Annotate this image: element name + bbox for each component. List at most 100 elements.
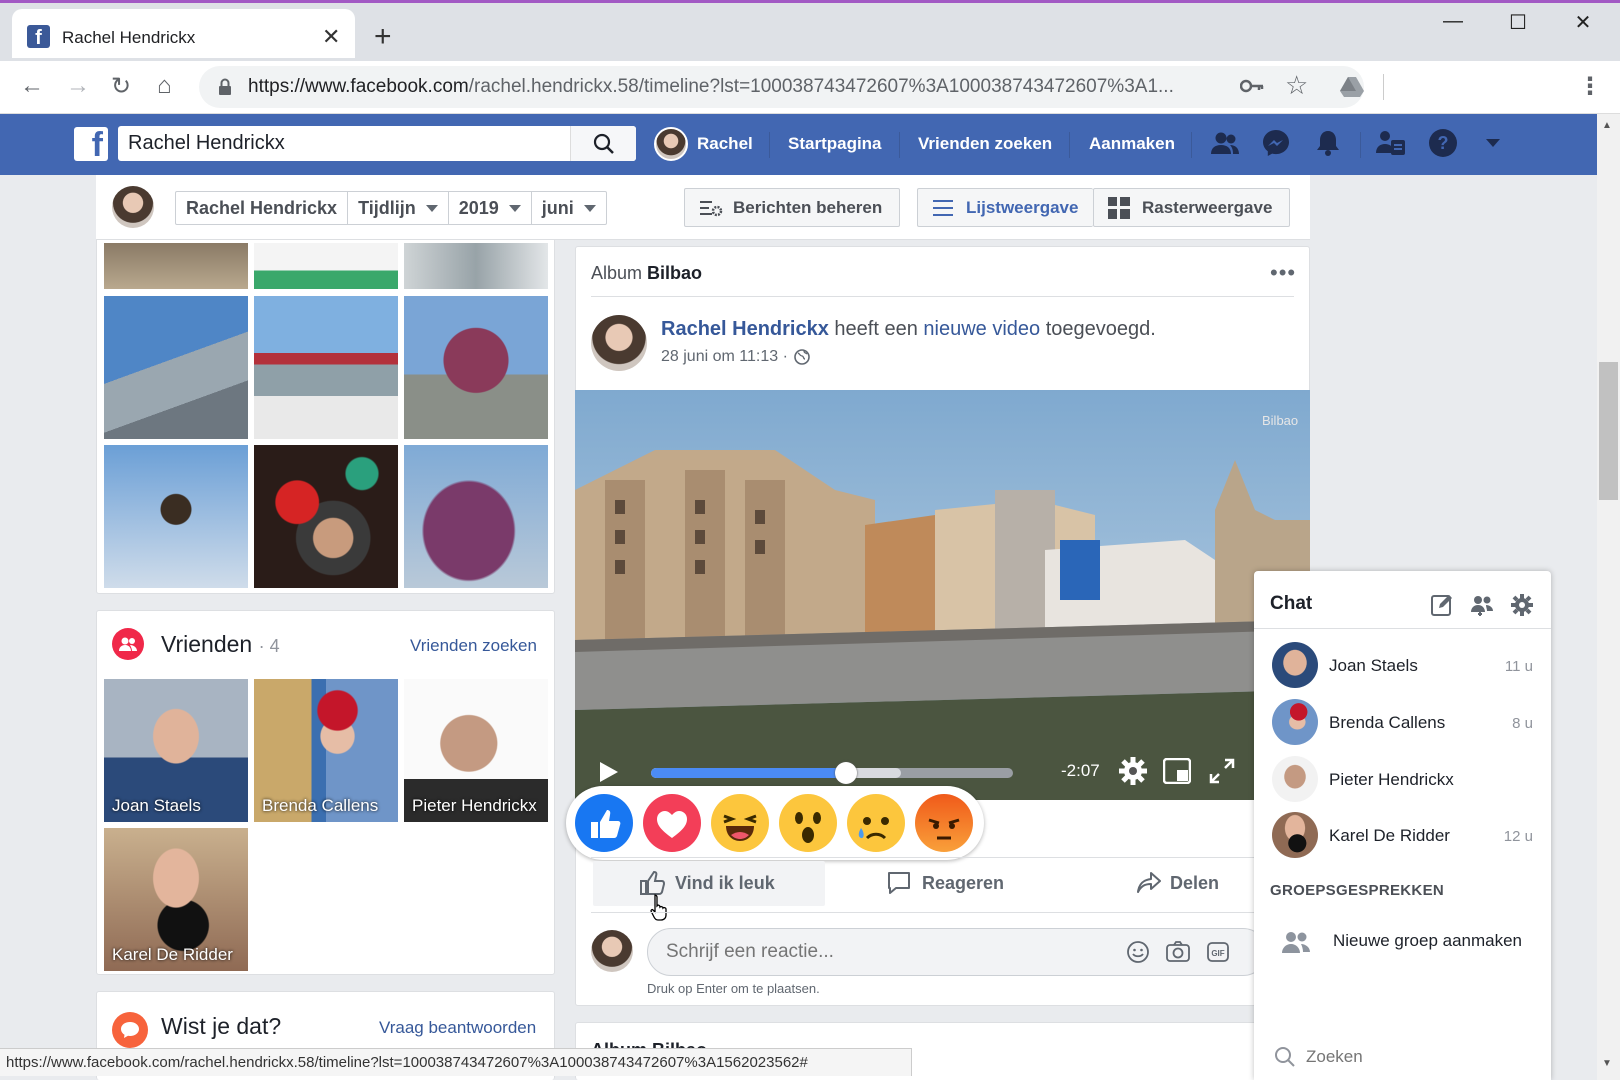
video-play-icon[interactable]: [598, 760, 620, 789]
reaction-angry-icon[interactable]: [915, 794, 973, 852]
grid-view-button[interactable]: Rasterweergave: [1093, 188, 1290, 227]
photo-thumbnail[interactable]: [104, 243, 248, 289]
manage-posts-button[interactable]: Berichten beheren: [684, 188, 900, 227]
post-date-link[interactable]: 28 juni om 11:13 ·: [661, 348, 788, 366]
subheader-avatar[interactable]: [112, 186, 154, 228]
nav-profile-name[interactable]: Rachel: [697, 134, 753, 154]
reaction-like-icon[interactable]: [575, 794, 633, 852]
chat-contact[interactable]: Pieter Hendrickx: [1254, 754, 1551, 810]
post-options-icon[interactable]: •••: [1270, 260, 1296, 286]
globe-icon[interactable]: [794, 349, 810, 365]
post-author-link[interactable]: Rachel Hendrickx: [661, 318, 829, 340]
scrollbar-thumb[interactable]: [1599, 362, 1618, 500]
new-message-icon[interactable]: [1430, 593, 1454, 622]
scroll-up-arrow-icon[interactable]: ▲: [1602, 120, 1612, 131]
friend-photo-joan[interactable]: Joan Staels: [104, 679, 248, 822]
messenger-icon[interactable]: [1261, 128, 1291, 158]
new-video-link[interactable]: nieuwe video: [923, 318, 1040, 340]
list-view-button[interactable]: Lijstweergave: [917, 188, 1093, 227]
chat-contact[interactable]: Brenda Callens 8 u: [1254, 697, 1551, 753]
album-link[interactable]: Bilbao: [647, 263, 702, 283]
comment-input[interactable]: [666, 939, 1096, 965]
friend-photo-karel[interactable]: Karel De Ridder: [104, 828, 248, 971]
commenter-avatar[interactable]: [591, 930, 633, 972]
chat-settings-gear-icon[interactable]: [1510, 593, 1534, 622]
chrome-menu-icon[interactable]: ⋮: [1578, 72, 1602, 101]
gif-icon[interactable]: GIF: [1206, 940, 1230, 969]
video-fullscreen-icon[interactable]: [1209, 758, 1235, 789]
video-player[interactable]: [575, 390, 1310, 800]
new-group-button[interactable]: Nieuwe groep aanmaken: [1254, 918, 1551, 966]
window-close-icon[interactable]: ✕: [1563, 10, 1603, 35]
chat-contact[interactable]: Karel De Ridder 12 u: [1254, 810, 1551, 866]
profile-avatar[interactable]: [654, 127, 688, 161]
account-menu-caret-icon[interactable]: [1478, 128, 1508, 158]
friend-name[interactable]: Pieter Hendrickx: [412, 796, 537, 816]
camera-icon[interactable]: [1165, 940, 1191, 969]
lock-icon[interactable]: [218, 78, 232, 101]
contact-name: Pieter Hendrickx: [1329, 770, 1454, 789]
crumb-timeline[interactable]: Tijdlijn: [348, 192, 449, 224]
reaction-love-icon[interactable]: [643, 794, 701, 852]
friend-name[interactable]: Joan Staels: [112, 796, 201, 816]
emoji-icon[interactable]: [1126, 940, 1150, 969]
contact-last-active: 8 u: [1512, 715, 1533, 732]
key-icon[interactable]: [1239, 77, 1264, 100]
chat-contact[interactable]: Joan Staels 11 u: [1254, 640, 1551, 696]
photo-thumbnail[interactable]: [404, 445, 548, 588]
url-text: https://www.facebook.com/rachel.hendrick…: [248, 76, 1174, 97]
crumb-month[interactable]: juni: [532, 192, 606, 224]
chat-search-input[interactable]: [1306, 1045, 1526, 1069]
photo-thumbnail[interactable]: [404, 243, 548, 289]
photo-thumbnail[interactable]: [104, 445, 248, 588]
hand-cursor-icon: [649, 893, 669, 926]
create-group-icon[interactable]: [1469, 593, 1495, 622]
friend-requests-icon[interactable]: [1210, 128, 1240, 158]
tab-close-icon[interactable]: ✕: [322, 24, 340, 50]
new-tab-button[interactable]: +: [374, 20, 392, 54]
svg-text:GIF: GIF: [1211, 949, 1224, 958]
maximize-icon[interactable]: ☐: [1498, 10, 1538, 35]
home-icon[interactable]: ⌂: [157, 72, 172, 100]
quick-help-people-icon[interactable]: [1376, 128, 1406, 158]
share-button[interactable]: Delen: [1136, 870, 1219, 896]
nav-create[interactable]: Aanmaken: [1089, 134, 1175, 154]
video-progress-bar[interactable]: [651, 762, 1013, 784]
friends-find-link[interactable]: Vrienden zoeken: [410, 636, 537, 656]
reaction-haha-icon[interactable]: [711, 794, 769, 852]
search-input[interactable]: [128, 131, 568, 156]
photo-thumbnail[interactable]: [254, 445, 398, 588]
photo-thumbnail[interactable]: [254, 296, 398, 439]
bookmark-star-icon[interactable]: ☆: [1285, 70, 1308, 101]
video-pip-icon[interactable]: [1162, 757, 1192, 789]
photo-thumbnail[interactable]: [104, 296, 248, 439]
crumb-year[interactable]: 2019: [449, 192, 532, 224]
scroll-down-arrow-icon[interactable]: ▼: [1602, 1058, 1612, 1069]
friend-name[interactable]: Brenda Callens: [262, 796, 378, 816]
video-settings-gear-icon[interactable]: [1118, 756, 1148, 791]
page-scrollbar[interactable]: [1597, 114, 1620, 1080]
post-author-avatar[interactable]: [591, 315, 647, 371]
reaction-sad-icon[interactable]: [847, 794, 905, 852]
timeline-breadcrumb: Rachel Hendrickx Tijdlijn 2019 juni: [175, 191, 607, 225]
search-button[interactable]: [570, 126, 636, 161]
answer-question-link[interactable]: Vraag beantwoorden: [379, 1018, 536, 1038]
nav-find-friends[interactable]: Vrienden zoeken: [918, 134, 1052, 154]
friend-name[interactable]: Karel De Ridder: [112, 945, 233, 965]
notifications-bell-icon[interactable]: [1313, 128, 1343, 158]
nav-home[interactable]: Startpagina: [788, 134, 882, 154]
minimize-icon[interactable]: —: [1433, 10, 1473, 33]
forward-icon[interactable]: →: [66, 72, 90, 100]
facebook-logo-icon[interactable]: f: [74, 127, 108, 161]
drive-extension-icon[interactable]: [1340, 76, 1364, 103]
reload-icon[interactable]: ↻: [111, 72, 131, 101]
help-icon[interactable]: ?: [1428, 128, 1458, 158]
comment-button[interactable]: Reageren: [886, 870, 1004, 896]
friend-photo-brenda[interactable]: Brenda Callens: [254, 679, 398, 822]
crumb-name[interactable]: Rachel Hendrickx: [176, 192, 349, 224]
friend-photo-pieter[interactable]: Pieter Hendrickx: [404, 679, 548, 822]
reaction-wow-icon[interactable]: [779, 794, 837, 852]
back-icon[interactable]: ←: [20, 72, 44, 100]
photo-thumbnail[interactable]: [404, 296, 548, 439]
photo-thumbnail[interactable]: [254, 243, 398, 289]
